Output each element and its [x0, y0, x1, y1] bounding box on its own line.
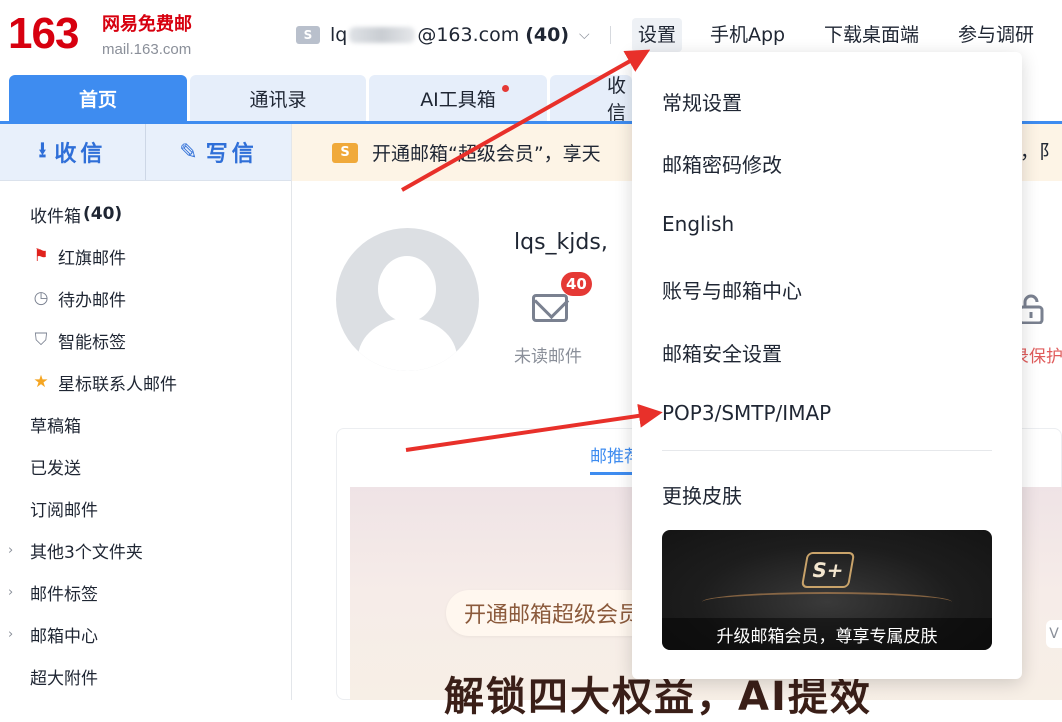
bookmark-icon: ⛉: [34, 330, 48, 350]
sidebar-item-large-attachments[interactable]: 超大附件: [0, 655, 291, 697]
account-level-icon: S: [296, 26, 320, 44]
folder-label: 星标联系人邮件: [58, 374, 177, 395]
folder-label: 已发送: [30, 458, 81, 479]
folder-label: 订阅邮件: [30, 500, 98, 521]
sidebar-item-mail-tags[interactable]: › 邮件标签: [0, 571, 291, 613]
topnav-download-desktop[interactable]: 下载桌面端: [818, 18, 925, 52]
folder-label: 超大附件: [30, 668, 98, 689]
tab-label: 通讯录: [249, 88, 307, 111]
tab-label: 首页: [78, 88, 117, 111]
tab-inbox[interactable]: 收信: [550, 75, 632, 124]
topnav-mobile-app[interactable]: 手机App: [704, 18, 791, 52]
menu-item-general-settings[interactable]: 常规设置: [662, 87, 742, 116]
banner-side-tag[interactable]: V: [1046, 620, 1062, 648]
super-member-icon: S: [332, 142, 358, 163]
write-mail-button[interactable]: ✎ 写信: [145, 124, 291, 180]
menu-divider: [662, 450, 992, 451]
tab-contacts[interactable]: 通讯录: [190, 75, 366, 121]
chevron-right-icon[interactable]: ›: [8, 627, 13, 642]
menu-item-change-password[interactable]: 邮箱密码修改: [662, 149, 782, 178]
profile-username: lqs_kjds,: [514, 230, 608, 255]
sidebar-item-subscriptions[interactable]: 订阅邮件: [0, 487, 291, 529]
envelope-icon[interactable]: [532, 294, 568, 322]
sidebar-item-flagged[interactable]: ⚑ 红旗邮件: [0, 235, 291, 277]
sidebar-item-todo[interactable]: ◷ 待办邮件: [0, 277, 291, 319]
menu-item-pop3-smtp-imap[interactable]: POP3/SMTP/IMAP: [662, 401, 831, 425]
unread-mail-label[interactable]: 未读邮件: [514, 342, 582, 367]
tab-recommend-underline: [590, 472, 636, 475]
compose-row: ⭳ 收信 ✎ 写信: [0, 124, 291, 181]
header-divider: [610, 26, 611, 44]
brand-logo-domain: mail.163.com: [102, 41, 192, 58]
sidebar-item-mail-center[interactable]: › 邮箱中心: [0, 613, 291, 655]
star-icon: ★: [33, 372, 49, 392]
topnav-settings[interactable]: 设置: [632, 18, 683, 52]
sidebar-item-inbox[interactable]: 收件箱 (40): [0, 193, 291, 235]
menu-item-change-skin[interactable]: 更换皮肤: [662, 480, 742, 509]
tab-ai-toolbox[interactable]: AI工具箱: [369, 75, 547, 121]
folder-label: 其他3个文件夹: [30, 542, 143, 563]
sidebar-item-drafts[interactable]: 草稿箱: [0, 403, 291, 445]
folder-count: (40): [83, 204, 123, 224]
settings-dropdown: 常规设置 邮箱密码修改 English 账号与邮箱中心 邮箱安全设置 POP3/…: [632, 52, 1022, 679]
clock-icon: ◷: [33, 288, 49, 308]
banner-pill[interactable]: 开通邮箱超级会员: [446, 590, 659, 636]
sidebar-item-starred-contacts[interactable]: ★ 星标联系人邮件: [0, 361, 291, 403]
account-unread-count: (40): [525, 24, 570, 46]
topnav-survey[interactable]: 参与调研: [952, 18, 1040, 52]
chevron-right-icon[interactable]: ›: [8, 543, 13, 558]
folder-label: 待办邮件: [58, 290, 126, 311]
sidebar-item-sent[interactable]: 已发送: [0, 445, 291, 487]
tab-label: 收信: [607, 75, 627, 124]
super-plus-logo-icon: S+: [800, 552, 856, 588]
account-suffix: @163.com: [417, 24, 520, 46]
promo-notice-text: 开通邮箱“超级会员”，享天: [372, 143, 601, 165]
chevron-down-icon[interactable]: ⌵: [579, 27, 590, 43]
menu-item-account-center[interactable]: 账号与邮箱中心: [662, 275, 802, 304]
menu-item-security-settings[interactable]: 邮箱安全设置: [662, 338, 782, 367]
brand-logo-name[interactable]: 网易免费邮: [102, 14, 192, 36]
brand-logo-number[interactable]: 163: [8, 8, 79, 60]
inbox-download-icon: ⭳: [38, 138, 47, 163]
tab-home[interactable]: 首页: [9, 75, 187, 121]
account-redacted: [349, 27, 416, 43]
flag-icon: ⚑: [33, 246, 49, 266]
menu-item-english[interactable]: English: [662, 212, 734, 236]
folder-label: 收件箱: [30, 206, 81, 227]
avatar-head: [378, 256, 436, 322]
folder-label: 邮箱中心: [30, 626, 98, 647]
avatar-body: [358, 318, 457, 371]
notification-dot-icon: [502, 85, 509, 92]
account-prefix: lq: [330, 24, 348, 46]
receive-mail-label: 收信: [54, 142, 107, 167]
chevron-right-icon[interactable]: ›: [8, 585, 13, 600]
folder-label: 智能标签: [58, 332, 126, 353]
folder-label: 红旗邮件: [58, 248, 126, 269]
pencil-icon: ✎: [179, 139, 198, 165]
receive-mail-button[interactable]: ⭳ 收信: [0, 124, 145, 180]
folder-label: 邮件标签: [30, 584, 98, 605]
tab-label: AI工具箱: [420, 88, 496, 111]
sidebar-item-other-folders[interactable]: › 其他3个文件夹: [0, 529, 291, 571]
sidebar-item-smart-tags[interactable]: ⛉ 智能标签: [0, 319, 291, 361]
folder-label: 草稿箱: [30, 416, 81, 437]
skin-glow: [702, 592, 952, 612]
skin-promo-card[interactable]: S+ 升级邮箱会员，尊享专属皮肤: [662, 530, 992, 650]
skin-promo-caption: 升级邮箱会员，尊享专属皮肤: [662, 618, 992, 650]
avatar[interactable]: [336, 228, 479, 371]
write-mail-label: 写信: [205, 142, 258, 167]
account-switcher[interactable]: S lq @163.com (40) ⌵: [296, 22, 590, 48]
unread-count-badge: 40: [561, 272, 592, 296]
